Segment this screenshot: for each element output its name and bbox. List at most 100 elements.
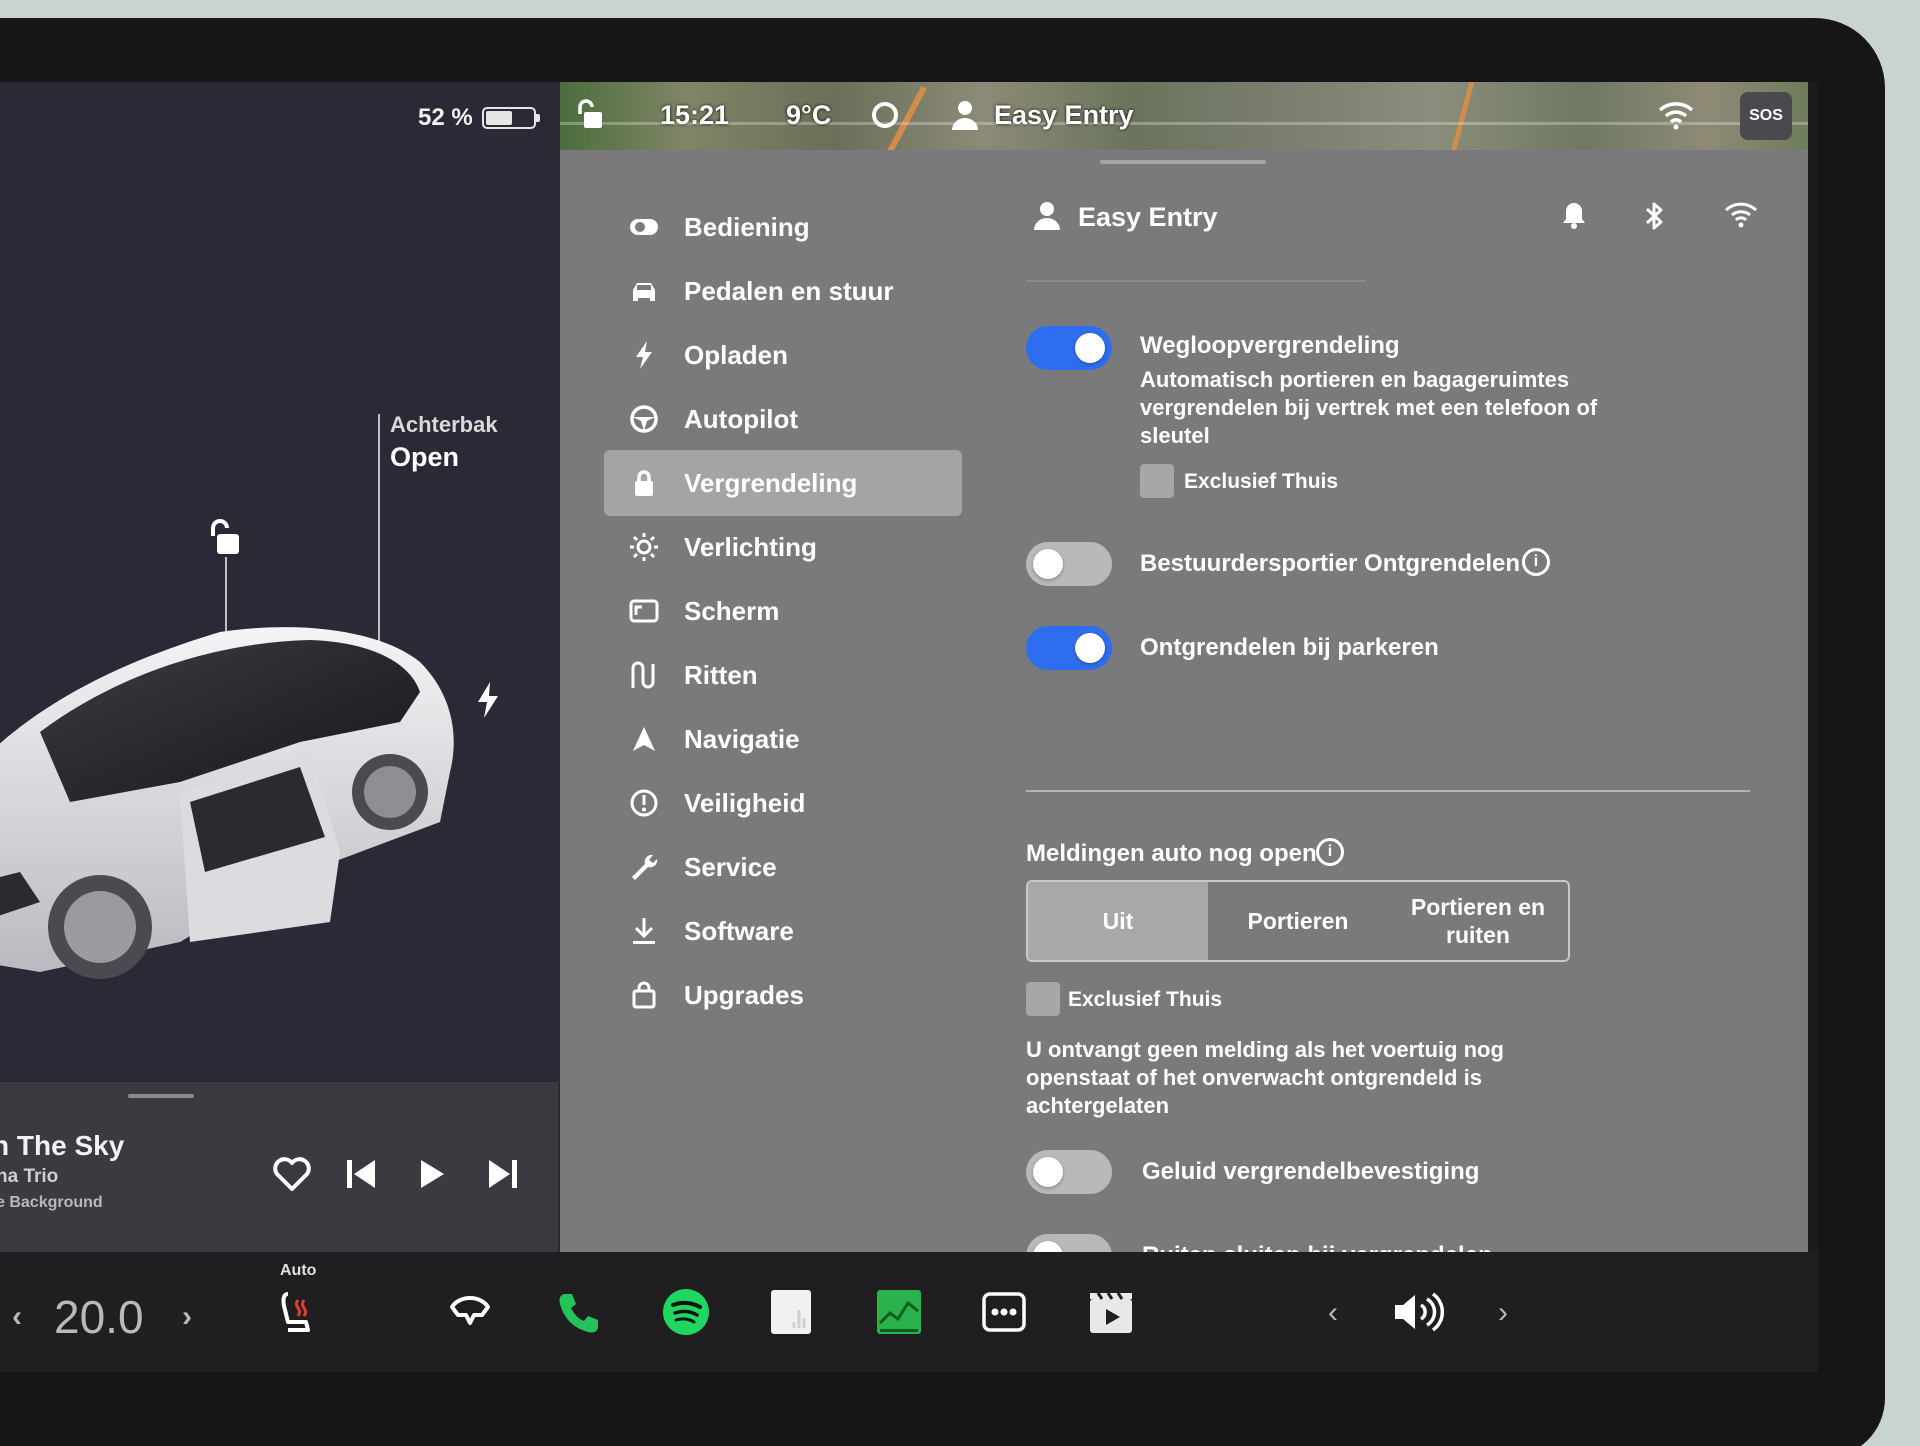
- energy-app-button[interactable]: [872, 1284, 926, 1340]
- driver-profile-name[interactable]: Easy Entry: [994, 100, 1134, 131]
- volume-increase-button[interactable]: ›: [1498, 1296, 1508, 1330]
- more-dots-icon: [982, 1292, 1026, 1332]
- open-alerts-segmented-control[interactable]: Uit Portieren Portieren en ruiten: [1026, 880, 1570, 962]
- media-player[interactable]: n The Sky na Trio e Background: [0, 1082, 558, 1252]
- seat-heater-button[interactable]: [274, 1288, 322, 1336]
- trips-icon: [624, 660, 664, 690]
- settings-drag-handle[interactable]: [1100, 160, 1266, 164]
- driver-door-unlock-title: Bestuurdersportier Ontgrendelen: [1140, 550, 1521, 577]
- segment-portieren-en-ruiten[interactable]: Portieren en ruiten: [1388, 882, 1568, 960]
- nav-label: Verlichting: [684, 531, 817, 562]
- unlocked-padlock-icon[interactable]: [576, 98, 606, 132]
- download-icon: [624, 916, 664, 946]
- nav-item-scherm[interactable]: Scherm: [604, 578, 962, 644]
- nav-label: Scherm: [684, 595, 780, 626]
- sos-button[interactable]: SOS: [1740, 92, 1792, 140]
- map-road: [1448, 82, 1477, 150]
- toybox-app-button[interactable]: [764, 1284, 818, 1340]
- unlocked-padlock-icon[interactable]: [205, 516, 245, 560]
- nav-item-pedalen-en-stuur[interactable]: Pedalen en stuur: [604, 258, 962, 324]
- open-alerts-exclude-home-label[interactable]: Exclusief Thuis: [1068, 988, 1222, 1012]
- heart-icon: [273, 1157, 311, 1191]
- song-title: n The Sky: [0, 1130, 125, 1161]
- driver-profile-name[interactable]: Easy Entry: [1078, 202, 1218, 233]
- segment-portieren[interactable]: Portieren: [1208, 882, 1388, 960]
- display-icon: [624, 599, 664, 623]
- volume-decrease-button[interactable]: ‹: [1328, 1296, 1338, 1330]
- nav-label: Veiligheid: [684, 787, 806, 818]
- shopping-bag-icon: [624, 980, 664, 1010]
- media-drag-handle[interactable]: [128, 1094, 194, 1098]
- nav-item-veiligheid[interactable]: Veiligheid: [604, 770, 962, 836]
- wifi-icon[interactable]: [1724, 200, 1758, 228]
- cabin-temperature[interactable]: 20.0: [54, 1290, 144, 1344]
- play-icon: [421, 1160, 444, 1188]
- map-status-bar[interactable]: 15:21 9°C Easy Entry SOS: [560, 82, 1808, 150]
- sentry-mode-icon[interactable]: [872, 102, 898, 128]
- nav-item-vergrendeling[interactable]: Vergrendeling: [604, 450, 962, 516]
- walk-away-exclude-home-checkbox[interactable]: [1140, 464, 1174, 498]
- open-alerts-description: U ontvangt geen melding als het voertuig…: [1026, 1037, 1504, 1118]
- touchscreen: 52 % Achterbak Open n The Sky na Trio e …: [0, 82, 1818, 1372]
- nav-item-verlichting[interactable]: Verlichting: [604, 514, 962, 580]
- driver-door-unlock-toggle[interactable]: [1026, 542, 1112, 586]
- nav-item-upgrades[interactable]: Upgrades: [604, 962, 962, 1028]
- wifi-icon[interactable]: [1658, 100, 1694, 130]
- favorite-button[interactable]: [268, 1150, 316, 1198]
- trunk-status[interactable]: Open: [390, 442, 459, 473]
- lock-icon: [624, 468, 664, 498]
- driver-profile-icon[interactable]: [1032, 200, 1062, 232]
- phone-app-button[interactable]: [552, 1286, 606, 1340]
- theater-app-button[interactable]: [1084, 1284, 1138, 1340]
- nav-item-software[interactable]: Software: [604, 898, 962, 964]
- seat-heater-icon: [281, 1292, 310, 1332]
- bluetooth-icon[interactable]: [1643, 200, 1667, 232]
- temp-decrease-button[interactable]: ‹: [12, 1300, 22, 1334]
- header-divider: [1026, 280, 1366, 282]
- info-icon[interactable]: i: [1522, 548, 1550, 576]
- skip-back-icon: [347, 1160, 375, 1188]
- volume-button[interactable]: [1390, 1288, 1446, 1336]
- speaker-icon: [1395, 1292, 1445, 1332]
- open-alerts-exclude-home-checkbox[interactable]: [1026, 982, 1060, 1016]
- nav-label: Service: [684, 851, 777, 882]
- phone-icon: [559, 1294, 598, 1333]
- outside-temperature: 9°C: [786, 100, 832, 130]
- walk-away-lock-title: Wegloopvergrendeling: [1140, 332, 1400, 359]
- nav-item-service[interactable]: Service: [604, 834, 962, 900]
- lock-sound-toggle[interactable]: [1026, 1150, 1112, 1194]
- sun-icon: [624, 532, 664, 562]
- safety-icon: [624, 788, 664, 818]
- nav-item-autopilot[interactable]: Autopilot: [604, 386, 962, 452]
- next-track-button[interactable]: [478, 1150, 526, 1198]
- bottom-dock: ‹ 20.0 › Auto ‹ ›: [0, 1252, 1818, 1372]
- navigation-icon: [624, 725, 664, 753]
- play-button[interactable]: [408, 1150, 456, 1198]
- nav-item-bediening[interactable]: Bediening: [604, 194, 962, 260]
- nav-item-ritten[interactable]: Ritten: [604, 642, 962, 708]
- spotify-app-button[interactable]: [658, 1284, 714, 1340]
- car-icon: [624, 280, 664, 302]
- bell-icon[interactable]: [1560, 200, 1588, 230]
- car-visualization-panel: 52 % Achterbak Open n The Sky na Trio e …: [0, 82, 560, 1252]
- more-apps-button[interactable]: [978, 1286, 1030, 1338]
- driver-profile-icon[interactable]: [948, 98, 982, 132]
- charge-port-icon[interactable]: [472, 680, 504, 720]
- seat-heater-mode: Auto: [280, 1262, 317, 1279]
- nav-item-opladen[interactable]: Opladen: [604, 322, 962, 388]
- steering-heater-button[interactable]: [446, 1288, 494, 1336]
- segment-uit[interactable]: Uit: [1028, 882, 1208, 960]
- nav-label: Autopilot: [684, 403, 799, 434]
- open-alerts-title: Meldingen auto nog open: [1026, 840, 1317, 867]
- nav-item-navigatie[interactable]: Navigatie: [604, 706, 962, 772]
- song-artist: na Trio: [0, 1166, 59, 1187]
- temp-increase-button[interactable]: ›: [182, 1300, 192, 1334]
- info-icon[interactable]: i: [1316, 838, 1344, 866]
- walk-away-exclude-home-label[interactable]: Exclusief Thuis: [1184, 470, 1338, 494]
- walk-away-lock-toggle[interactable]: [1026, 326, 1112, 370]
- previous-track-button[interactable]: [338, 1150, 386, 1198]
- nav-label: Upgrades: [684, 979, 804, 1010]
- settings-panel: Bediening Pedalen en stuur Opladen Autop…: [560, 150, 1808, 1278]
- trunk-label[interactable]: Achterbak: [390, 412, 498, 438]
- unlock-on-park-toggle[interactable]: [1026, 626, 1112, 670]
